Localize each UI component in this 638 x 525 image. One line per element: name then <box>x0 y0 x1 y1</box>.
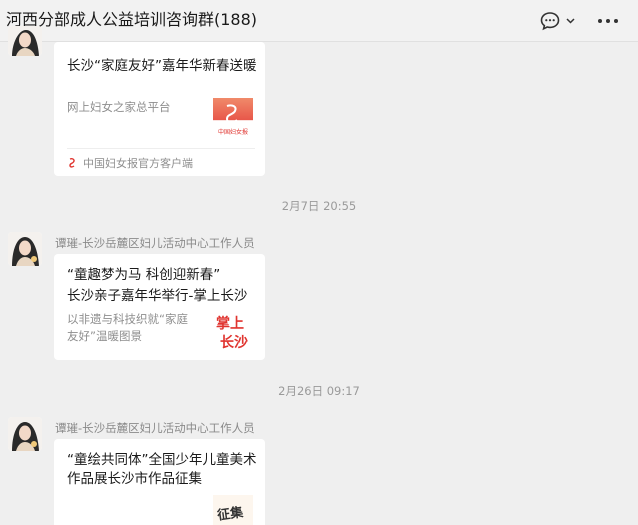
more-dots-icon <box>598 19 602 23</box>
card-thumbnail: 中国妇女报 <box>213 98 253 138</box>
message-timestamp: 2月26日 09:17 <box>278 384 360 398</box>
message-timestamp: 2月7日 20:55 <box>281 199 357 213</box>
chat-title: 河西分部成人公益培训咨询群(188) <box>6 10 258 29</box>
chat-bubble-icon <box>540 12 560 31</box>
link-card[interactable]: “童绘共同体”全国少年儿童美术作品展长沙市作品征集 征集 <box>54 439 265 525</box>
sender-name: 谭璀-长沙岳麓区妇儿活动中心工作人员 <box>55 236 255 250</box>
link-card[interactable]: 长沙“家庭友好”嘉年华新春送暖 网上妇女之家总平台 中国妇女报 中国妇女报官方客… <box>54 42 265 176</box>
avatar[interactable] <box>8 232 42 266</box>
card-title-line2: 长沙亲子嘉年华举行-掌上长沙 <box>67 288 248 304</box>
thumbnail-text: 征集 <box>216 505 245 524</box>
more-options-button[interactable] <box>595 10 621 32</box>
sender-name: 谭璀-长沙岳麓区妇儿活动中心工作人员 <box>55 421 255 435</box>
thumbnail-text-2: 长沙 <box>220 335 248 351</box>
card-thumbnail: 掌上 长沙 <box>213 312 253 352</box>
card-source: 网上妇女之家总平台 <box>67 100 171 114</box>
card-title: 长沙“家庭友好”嘉年华新春送暖 <box>67 58 257 74</box>
card-thumbnail: 征集 <box>213 495 253 525</box>
thumbnail-caption: 中国妇女报 <box>217 129 248 136</box>
chevron-down-icon <box>566 18 575 24</box>
card-title: “童绘共同体”全国少年儿童美术作品展长沙市作品征集 <box>67 452 257 487</box>
card-description: 以非遗与科技织就“家庭友好”温暖图景 <box>67 312 188 343</box>
thumbnail-text-1: 掌上 <box>216 316 244 332</box>
card-title-line1: “童趣梦为马 科创迎新春” <box>67 267 221 283</box>
card-footer-source: 中国妇女报官方客户端 <box>83 156 193 170</box>
chat-header: 河西分部成人公益培训咨询群(188) <box>0 0 638 42</box>
chat-info-button[interactable] <box>540 10 575 32</box>
link-card[interactable]: “童趣梦为马 科创迎新春” 长沙亲子嘉年华举行-掌上长沙 以非遗与科技织就“家庭… <box>54 254 265 360</box>
source-logo-icon <box>69 157 75 168</box>
avatar[interactable] <box>8 417 42 451</box>
card-footer: 中国妇女报官方客户端 <box>67 148 255 176</box>
avatar[interactable] <box>8 26 42 56</box>
